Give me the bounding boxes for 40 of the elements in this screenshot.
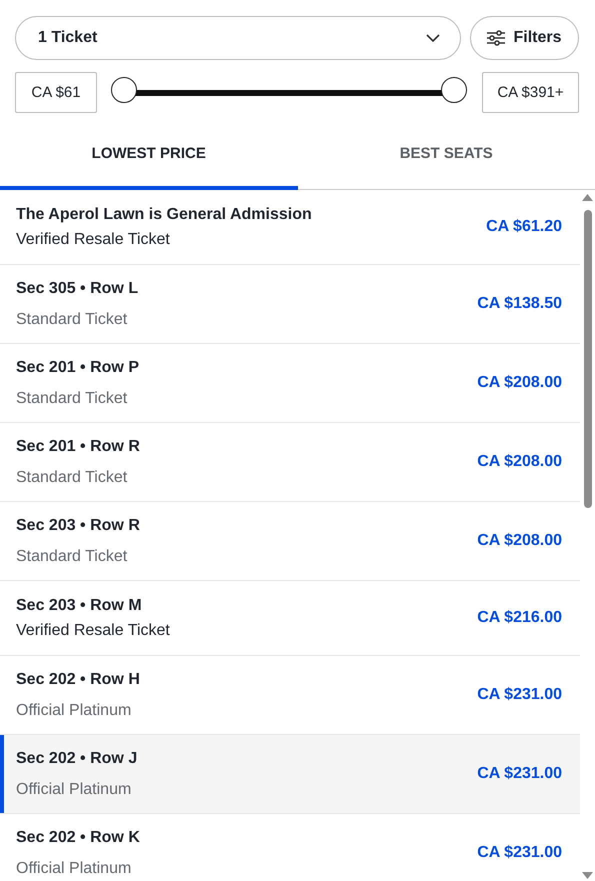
ticket-type: Standard Ticket: [16, 468, 128, 488]
ticket-type: Standard Ticket: [16, 546, 128, 566]
tab[interactable]: BEST SEATS: [298, 131, 595, 190]
slider-handle[interactable]: [441, 76, 467, 102]
chevron-down-icon: [426, 34, 440, 42]
quantity-dropdown[interactable]: 1 Ticket: [15, 16, 461, 60]
ticket-type: Official Platinum: [16, 858, 132, 878]
listing-title: Sec 201 • Row R: [16, 436, 141, 456]
slider-handle[interactable]: [111, 76, 137, 102]
listing-title: Sec 203 • Row M: [16, 596, 143, 616]
listing-title: Sec 201 • Row P: [16, 358, 140, 378]
listing-title: Sec 202 • Row K: [16, 828, 141, 848]
filters-button[interactable]: Filters: [470, 16, 579, 60]
listing-price: CA $231.00: [477, 686, 562, 704]
listing-price: CA $216.00: [477, 609, 562, 627]
listing-price: CA $208.00: [477, 532, 562, 550]
ticket-type: Standard Ticket: [16, 310, 128, 330]
ticket-type: Standard Ticket: [16, 388, 128, 408]
listing-price: CA $208.00: [477, 453, 562, 471]
max-price-box[interactable]: CA $391+: [482, 72, 579, 113]
listing-title: The Aperol Lawn is General Admission: [16, 204, 313, 224]
listing-title: Sec 305 • Row L: [16, 278, 140, 298]
scroll-down-icon[interactable]: [582, 872, 593, 879]
listing-title: Sec 202 • Row J: [16, 748, 138, 768]
ticket-type: Verified Resale Ticket: [16, 230, 171, 250]
listing-price: CA $231.00: [477, 765, 562, 783]
listing-price: CA $231.00: [477, 844, 562, 862]
listing-price: CA $208.00: [477, 374, 562, 392]
ticket-type: Official Platinum: [16, 780, 132, 800]
ticket-type: Verified Resale Ticket: [16, 620, 171, 640]
ticket-type: Official Platinum: [16, 700, 132, 720]
scroll-up-icon[interactable]: [582, 194, 593, 201]
sliders-icon: [487, 30, 506, 46]
listing-title: Sec 202 • Row H: [16, 670, 141, 690]
listing-price: CA $61.20: [486, 218, 562, 236]
min-price-box[interactable]: CA $61: [15, 72, 97, 113]
listing-title: Sec 203 • Row R: [16, 516, 141, 536]
scrollbar-thumb[interactable]: [584, 210, 592, 508]
listing-price: CA $138.50: [477, 295, 562, 313]
listing-row[interactable]: Sec 202 • Row J Official Platinum CA $231.00: [0, 735, 580, 814]
